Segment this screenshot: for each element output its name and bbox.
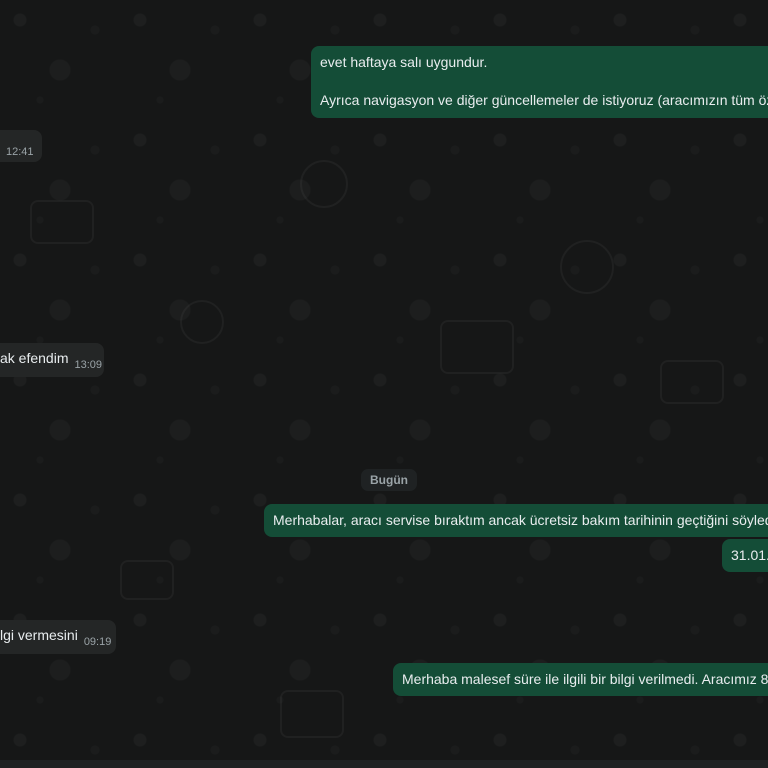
message-text: 31.01. <box>731 547 768 563</box>
message-timestamp: 12:41 <box>6 146 34 158</box>
message-incoming[interactable]: lgi vermesini 09:19 <box>0 620 116 654</box>
message-outgoing[interactable]: 31.01. <box>722 539 768 572</box>
background-doodle <box>300 160 348 208</box>
message-outgoing[interactable]: Merhaba malesef süre ile ilgili bir bilg… <box>393 663 768 696</box>
message-text: evet haftaya salı uygundur. <box>320 54 488 70</box>
background-doodle <box>120 560 174 600</box>
message-text: Merhabalar, aracı servise bıraktım ancak… <box>273 512 768 528</box>
message-timestamp: 09:19 <box>83 636 112 648</box>
message-incoming[interactable]: ak efendim 13:09 <box>0 343 104 377</box>
background-doodle <box>560 240 614 294</box>
date-separator: Bugün <box>361 469 417 491</box>
message-incoming[interactable]: 12:41 <box>0 130 42 162</box>
chat-panel: evet haftaya salı uygundur. Ayrıca navig… <box>0 0 768 768</box>
background-doodle <box>180 300 224 344</box>
message-text: Merhaba malesef süre ile ilgili bir bilg… <box>402 671 768 687</box>
background-doodle <box>660 360 724 404</box>
message-text: ak efendim <box>0 350 69 366</box>
background-doodle <box>440 320 514 374</box>
message-outgoing[interactable]: evet haftaya salı uygundur. Ayrıca navig… <box>311 46 768 118</box>
message-outgoing[interactable]: Merhabalar, aracı servise bıraktım ancak… <box>264 504 768 537</box>
message-timestamp: 13:09 <box>74 359 103 371</box>
message-text: Ayrıca navigasyon ve diğer güncellemeler… <box>320 92 768 108</box>
message-text: lgi vermesini <box>0 627 78 643</box>
background-doodle <box>30 200 94 244</box>
background-doodle <box>280 690 344 738</box>
composer-bar-edge <box>0 760 768 768</box>
